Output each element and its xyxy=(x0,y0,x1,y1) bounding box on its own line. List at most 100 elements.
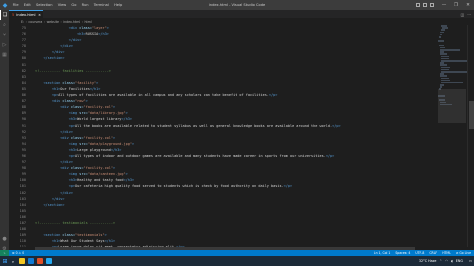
tab-close-icon[interactable]: × xyxy=(38,13,41,17)
code-token: "data/library.jpg" xyxy=(87,111,126,116)
code-token: "data/canteen.jpg" xyxy=(87,172,126,177)
line-ending-setting[interactable]: CRLF xyxy=(429,251,437,255)
search-icon[interactable]: ⌕ xyxy=(0,20,9,30)
vertical-scrollbar[interactable] xyxy=(467,25,474,247)
code-token: </p> xyxy=(268,93,278,98)
breadcrumb-item[interactable]: website xyxy=(47,20,59,24)
code-token: <img xyxy=(68,111,78,116)
windows-start-icon[interactable]: ⊞ xyxy=(0,256,10,266)
code-token: Healthy and tasty food xyxy=(77,178,124,183)
encoding-setting[interactable]: UTF-8 xyxy=(415,251,424,255)
menu-edit[interactable]: Edit xyxy=(21,0,33,10)
edge-icon[interactable] xyxy=(28,258,34,264)
code-token: src= xyxy=(77,111,88,116)
minimap-slider[interactable] xyxy=(438,89,466,123)
toggle-panel-icon[interactable] xyxy=(423,3,427,7)
indentation-setting[interactable]: Spaces: 4 xyxy=(395,251,410,255)
menu-run[interactable]: Run xyxy=(79,0,91,10)
code-token: All the books are available related to s… xyxy=(75,123,333,128)
explorer-icon[interactable]: ❏ xyxy=(0,10,9,20)
go-live-button[interactable]: ⊘ Go Live xyxy=(456,251,471,255)
tray-chevron-icon[interactable]: ⌃ xyxy=(439,259,442,263)
cursor-position[interactable]: Ln 1, Col 1 xyxy=(374,251,390,255)
layout-controls xyxy=(416,0,434,10)
code-token: > xyxy=(96,80,99,85)
vscode-logo-icon: ◆ xyxy=(2,1,8,9)
tab-index-html[interactable]: 5 index.html × xyxy=(9,10,43,18)
system-tray: 32°C Haze ⌃ ◠ ◖ ENG ▭ xyxy=(419,256,472,266)
maximize-button[interactable]: ❐ xyxy=(450,0,462,10)
minimize-button[interactable]: — xyxy=(438,0,450,10)
code-token: > xyxy=(113,105,116,110)
source-control-icon[interactable]: ⑂ xyxy=(0,30,9,40)
code-token: "row" xyxy=(75,99,86,104)
vertical-scrollbar-thumb[interactable] xyxy=(469,101,474,129)
language-mode[interactable]: HTML xyxy=(442,251,451,255)
code-token: class= xyxy=(60,80,76,85)
code-token: "facility-col" xyxy=(83,105,114,110)
code-token: <img xyxy=(68,172,78,177)
code-token: "facility" xyxy=(75,80,97,85)
problems-indicator[interactable]: ⊗ 0 ⚠ 0 xyxy=(12,251,24,255)
code-token: <section xyxy=(43,80,61,85)
language-indicator[interactable]: ENG xyxy=(456,259,463,263)
breadcrumb: E: › coursera › website › index.html › html xyxy=(9,18,474,25)
code-token: <!---------- testimonials -----------> xyxy=(35,221,116,225)
chrome-icon[interactable] xyxy=(37,258,43,264)
menu-go[interactable]: Go xyxy=(69,0,79,10)
code-token: "facility-col" xyxy=(83,135,114,140)
minimap[interactable] xyxy=(438,25,468,247)
code-token: Large playground xyxy=(77,147,111,152)
code-token: </p> xyxy=(325,153,335,158)
code-token: > xyxy=(113,166,116,171)
code-token: </p> xyxy=(283,184,293,189)
code-editor[interactable]: 75 <div class="layer"> 76 <h3>RUSSIA</h3>… xyxy=(9,25,469,247)
toggle-sidebar-icon[interactable] xyxy=(416,3,420,7)
code-token: Our Facilities xyxy=(60,86,90,91)
code-token: </div> xyxy=(60,160,73,165)
run-debug-icon[interactable]: ▷ xyxy=(0,40,9,50)
more-actions-icon[interactable]: ⋯ xyxy=(467,12,471,17)
vscode-taskbar-icon[interactable] xyxy=(46,258,52,264)
code-token: src= xyxy=(77,172,88,177)
wifi-icon[interactable]: ◠ xyxy=(445,259,448,263)
notification-icon[interactable]: ▭ xyxy=(469,259,472,263)
windows-taskbar: ⊞ ⌕ 32°C Haze ⌃ ◠ ◖ ENG ▭ xyxy=(0,256,474,266)
account-icon[interactable]: ● xyxy=(0,234,9,244)
menu-bar: File Edit Selection View Go Run Terminal Help xyxy=(10,0,125,10)
code-token: </div> xyxy=(60,190,73,195)
split-editor-icon[interactable]: ◫ xyxy=(461,12,465,17)
taskbar-search-icon[interactable]: ⌕ xyxy=(10,256,16,266)
code-token: > xyxy=(85,99,88,104)
extensions-icon[interactable]: ▦ xyxy=(0,50,9,60)
breadcrumb-item[interactable]: html xyxy=(85,20,92,24)
menu-selection[interactable]: Selection xyxy=(33,0,55,10)
menu-help[interactable]: Help xyxy=(111,0,124,10)
window-controls: — ❐ ✕ xyxy=(438,0,474,10)
code-token: > xyxy=(106,26,109,30)
menu-view[interactable]: View xyxy=(55,0,69,10)
code-token: <h3> xyxy=(68,147,78,152)
code-token: <div xyxy=(60,166,69,171)
code-token: </div> xyxy=(68,38,82,43)
breadcrumb-item[interactable]: coursera xyxy=(28,20,42,24)
code-token: <div xyxy=(60,105,69,110)
code-token: </div> xyxy=(51,196,65,201)
volume-icon[interactable]: ◖ xyxy=(451,259,453,263)
weather-status[interactable]: 32°C Haze xyxy=(419,259,436,263)
menu-file[interactable]: File xyxy=(10,0,21,10)
status-left: ⊗ 0 ⚠ 0 xyxy=(12,251,24,255)
breadcrumb-item[interactable]: index.html xyxy=(63,20,80,24)
activity-bar: ❏ ⌕ ⑂ ▷ ▦ ● ⚙ xyxy=(0,10,9,256)
code-token: class= xyxy=(77,26,92,30)
breadcrumb-item[interactable]: E: xyxy=(21,20,24,24)
customize-layout-icon[interactable] xyxy=(430,3,434,7)
menu-terminal[interactable]: Terminal xyxy=(91,0,111,10)
minimap-line xyxy=(438,35,442,38)
file-explorer-icon[interactable] xyxy=(19,258,25,264)
close-button[interactable]: ✕ xyxy=(462,0,474,10)
code-token: > xyxy=(131,141,135,146)
code-token: <h3> xyxy=(68,117,78,122)
minimap-line xyxy=(438,40,445,42)
editor-actions: ◫ ⋯ xyxy=(461,10,471,18)
